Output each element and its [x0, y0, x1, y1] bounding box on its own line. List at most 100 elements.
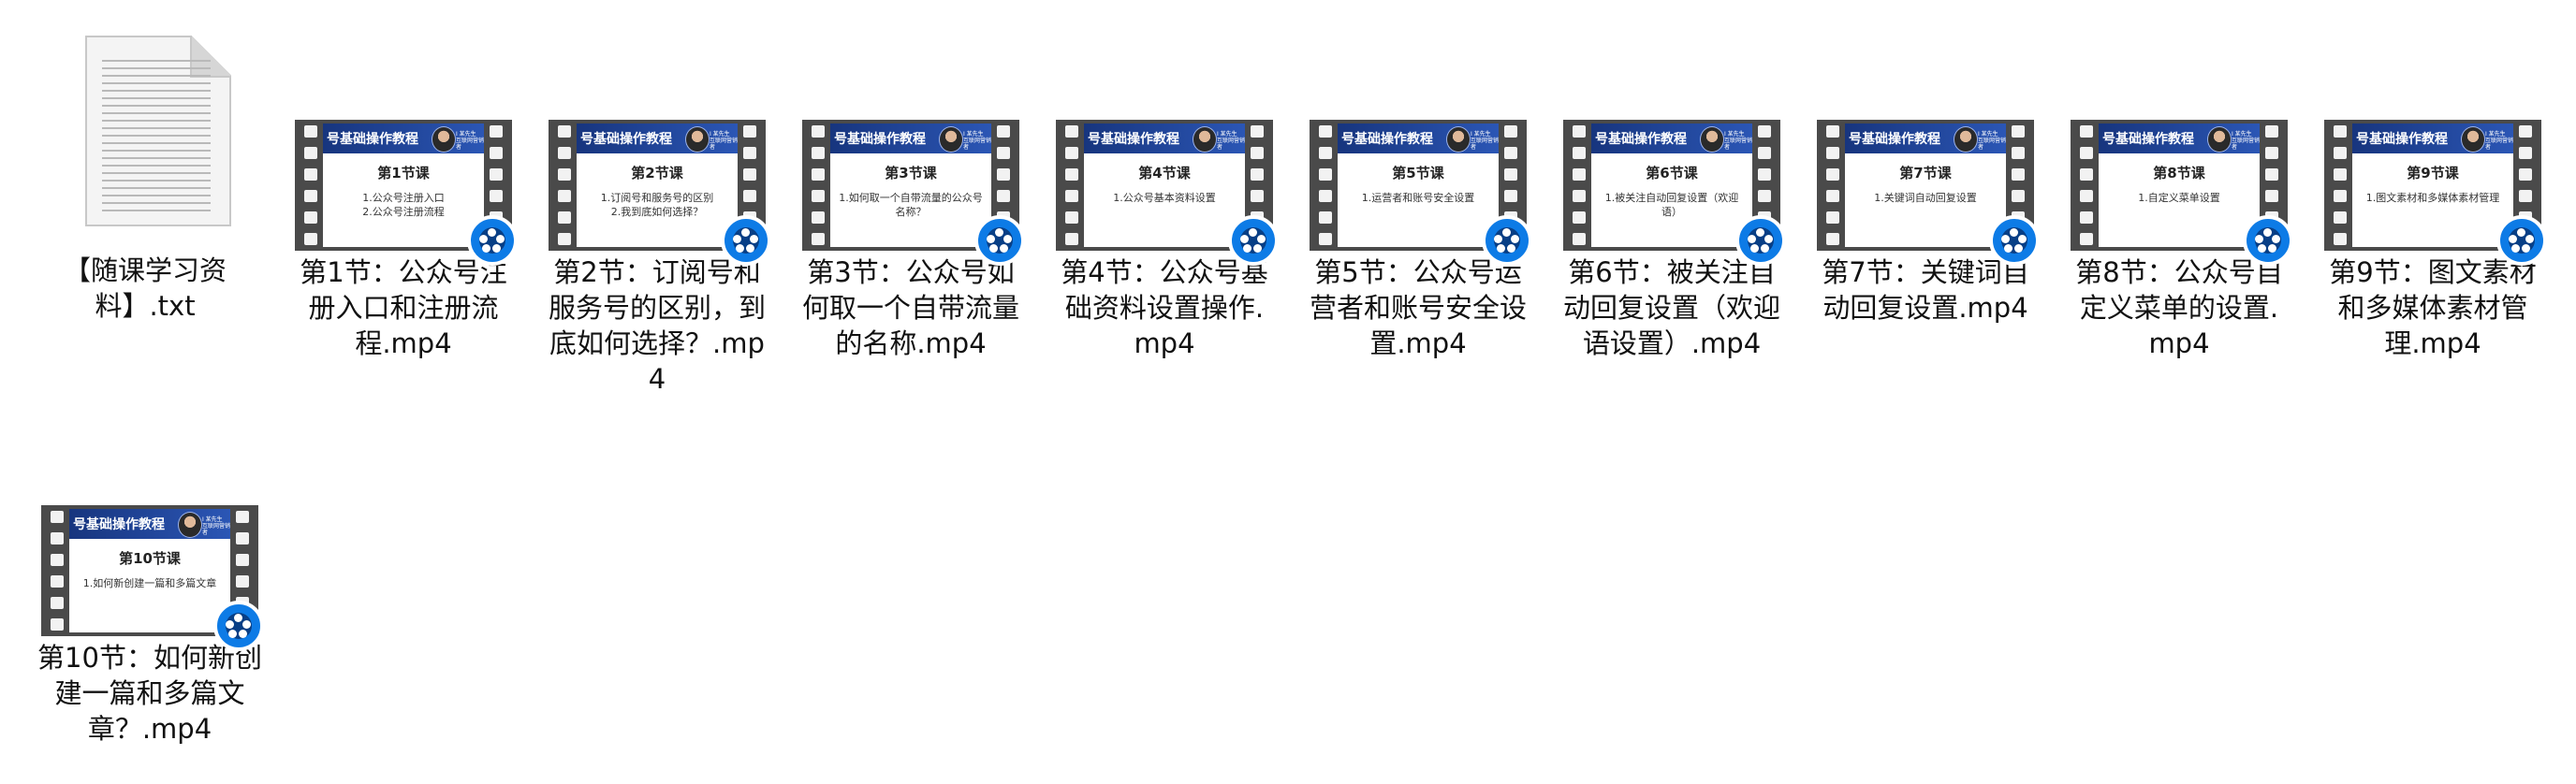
- file-name: 第8节：公众号自定义菜单的设置.mp4: [2075, 256, 2283, 359]
- video-thumbnail: 号基础操作教程 I 某先生 互联网营销者 第9节课 1.图文素材和多媒体素材管理: [2324, 120, 2547, 266]
- slide-header-title: 号基础操作教程: [1849, 132, 1940, 147]
- lesson-number: 第10节课: [119, 550, 181, 567]
- presenter-name: I 某先生 互联网营销者: [710, 131, 738, 151]
- video-player-badge-icon: [213, 601, 264, 651]
- file-item[interactable]: 号基础操作教程 I 某先生 互联网营销者 第9节课 1.图文素材和多媒体素材管理…: [2316, 120, 2550, 361]
- lesson-number: 第5节课: [1392, 165, 1444, 181]
- presenter-name: I 某先生 互联网营销者: [456, 131, 484, 151]
- file-name: 第9节：图文素材和多媒体素材管理.mp4: [2329, 256, 2537, 359]
- video-thumbnail: 号基础操作教程 I 某先生 互联网营销者 第2节课 1.订阅号和服务号的区别 2…: [549, 120, 771, 266]
- slide-header-title: 号基础操作教程: [1341, 132, 1433, 147]
- slide-header-title: 号基础操作教程: [73, 517, 165, 532]
- file-item[interactable]: 【随课学习资料】.txt: [28, 36, 262, 324]
- file-name: 【随课学习资料】.txt: [63, 254, 227, 322]
- file-name: 第6节：被关注自动回复设置（欢迎语设置）.mp4: [1562, 256, 1780, 359]
- file-item[interactable]: 号基础操作教程 I 某先生 互联网营销者 第2节课 1.订阅号和服务号的区别 2…: [540, 120, 774, 397]
- file-name: 第4节：公众号基础资料设置操作.mp4: [1061, 256, 1268, 359]
- lesson-number: 第9节课: [2407, 165, 2459, 181]
- slide-header-title: 号基础操作教程: [2102, 132, 2194, 147]
- file-item[interactable]: 号基础操作教程 I 某先生 互联网营销者 第3节课 1.如何取一个自带流量的公众…: [794, 120, 1028, 361]
- lesson-topic: 1.自定义菜单设置: [2138, 192, 2220, 204]
- slide-frame: 号基础操作教程 I 某先生 互联网营销者 第6节课 1.被关注自动回复设置（欢迎…: [1591, 123, 1752, 247]
- file-item[interactable]: 号基础操作教程 I 某先生 互联网营销者 第6节课 1.被关注自动回复设置（欢迎…: [1555, 120, 1789, 361]
- file-item[interactable]: 号基础操作教程 I 某先生 互联网营销者 第5节课 1.运营者和账号安全设置 第…: [1301, 120, 1535, 361]
- file-item[interactable]: 号基础操作教程 I 某先生 互联网营销者 第1节课 1.公众号注册入口 2.公众…: [286, 120, 520, 361]
- presenter-name: I 某先生 互联网营销者: [1724, 131, 1752, 151]
- file-grid: 【随课学习资料】.txt 号基础操作教程 I 某先生 互联网营销者 第1节课 1…: [0, 0, 2576, 784]
- presenter-avatar: [178, 512, 202, 538]
- lesson-number: 第1节课: [377, 165, 430, 181]
- text-file-icon: [37, 36, 254, 232]
- video-player-badge-icon: [974, 215, 1025, 266]
- lesson-topic: 1.被关注自动回复设置（欢迎语）: [1604, 192, 1739, 218]
- lesson-topic: 1.运营者和账号安全设置: [1361, 192, 1475, 204]
- slide-header-title: 号基础操作教程: [1595, 132, 1687, 147]
- file-name: 第1节：公众号注册入口和注册流程.mp4: [300, 256, 507, 359]
- lesson-topic: 1.关键词自动回复设置: [1874, 192, 1977, 204]
- text-lines: [102, 60, 211, 215]
- video-thumbnail: 号基础操作教程 I 某先生 互联网营销者 第6节课 1.被关注自动回复设置（欢迎…: [1563, 120, 1786, 266]
- video-player-badge-icon: [1735, 215, 1786, 266]
- lesson-number: 第7节课: [1899, 165, 1952, 181]
- presenter-name: I 某先生 互联网营销者: [963, 131, 991, 151]
- file-item[interactable]: 号基础操作教程 I 某先生 互联网营销者 第10节课 1.如何新创建一篇和多篇文…: [33, 505, 267, 747]
- lesson-number: 第8节课: [2153, 165, 2205, 181]
- presenter-name: I 某先生 互联网营销者: [1978, 131, 2006, 151]
- slide-frame: 号基础操作教程 I 某先生 互联网营销者 第4节课 1.公众号基本资料设置: [1084, 123, 1245, 247]
- slide-frame: 号基础操作教程 I 某先生 互联网营销者 第10节课 1.如何新创建一篇和多篇文…: [69, 509, 230, 632]
- presenter-name: I 某先生 互联网营销者: [1217, 131, 1245, 151]
- presenter-name: I 某先生 互联网营销者: [2232, 131, 2260, 151]
- video-player-badge-icon: [2496, 215, 2547, 266]
- file-item[interactable]: 号基础操作教程 I 某先生 互联网营销者 第8节课 1.自定义菜单设置 第8节：…: [2062, 120, 2296, 361]
- presenter-avatar: [939, 126, 963, 152]
- slide-frame: 号基础操作教程 I 某先生 互联网营销者 第3节课 1.如何取一个自带流量的公众…: [830, 123, 991, 247]
- video-thumbnail: 号基础操作教程 I 某先生 互联网营销者 第7节课 1.关键词自动回复设置: [1817, 120, 2040, 266]
- presenter-avatar: [1193, 126, 1217, 152]
- presenter-avatar: [2207, 126, 2232, 152]
- file-name: 第7节：关键词自动回复设置.mp4: [1822, 256, 2029, 324]
- file-name: 第2节：订阅号和服务号的区别，到底如何选择？.mp4: [548, 256, 766, 395]
- presenter-avatar: [2461, 126, 2485, 152]
- lesson-topic: 1.如何新创建一篇和多篇文章: [82, 577, 217, 589]
- slide-frame: 号基础操作教程 I 某先生 互联网营销者 第5节课 1.运营者和账号安全设置: [1338, 123, 1499, 247]
- file-name: 第5节：公众号运营者和账号安全设置.mp4: [1309, 256, 1527, 359]
- presenter-name: I 某先生 互联网营销者: [2485, 131, 2513, 151]
- slide-frame: 号基础操作教程 I 某先生 互联网营销者 第9节课 1.图文素材和多媒体素材管理: [2352, 123, 2513, 247]
- slide-header-title: 号基础操作教程: [2356, 132, 2448, 147]
- file-item[interactable]: 号基础操作教程 I 某先生 互联网营销者 第4节课 1.公众号基本资料设置 第4…: [1047, 120, 1281, 361]
- file-name: 第3节：公众号如何取一个自带流量的名称.mp4: [801, 256, 1019, 359]
- slide-header-title: 号基础操作教程: [834, 132, 926, 147]
- lesson-number: 第6节课: [1646, 165, 1698, 181]
- video-thumbnail: 号基础操作教程 I 某先生 互联网营销者 第3节课 1.如何取一个自带流量的公众…: [802, 120, 1025, 266]
- video-thumbnail: 号基础操作教程 I 某先生 互联网营销者 第5节课 1.运营者和账号安全设置: [1310, 120, 1532, 266]
- presenter-avatar: [1700, 126, 1724, 152]
- file-name: 第10节：如何新创建一篇和多篇文章？.mp4: [37, 642, 262, 745]
- video-player-badge-icon: [1989, 215, 2040, 266]
- presenter-name: I 某先生 互联网营销者: [1471, 131, 1499, 151]
- lesson-topic: 1.公众号注册入口 2.公众号注册流程: [362, 192, 445, 218]
- lesson-number: 第3节课: [885, 165, 937, 181]
- lesson-number: 第2节课: [631, 165, 683, 181]
- lesson-topic: 1.订阅号和服务号的区别 2.我到底如何选择？: [600, 192, 714, 218]
- video-player-badge-icon: [721, 215, 771, 266]
- lesson-topic: 1.公众号基本资料设置: [1113, 192, 1216, 204]
- presenter-avatar: [685, 126, 710, 152]
- video-thumbnail: 号基础操作教程 I 某先生 互联网营销者 第10节课 1.如何新创建一篇和多篇文…: [41, 505, 264, 651]
- video-player-badge-icon: [467, 215, 518, 266]
- slide-frame: 号基础操作教程 I 某先生 互联网营销者 第2节课 1.订阅号和服务号的区别 2…: [577, 123, 738, 247]
- presenter-avatar: [1954, 126, 1978, 152]
- slide-header-title: 号基础操作教程: [580, 132, 672, 147]
- video-thumbnail: 号基础操作教程 I 某先生 互联网营销者 第4节课 1.公众号基本资料设置: [1056, 120, 1279, 266]
- presenter-name: I 某先生 互联网营销者: [202, 516, 230, 536]
- lesson-topic: 1.图文素材和多媒体素材管理: [2365, 192, 2500, 204]
- lesson-topic: 1.如何取一个自带流量的公众号名称？: [839, 192, 983, 218]
- video-player-badge-icon: [2243, 215, 2293, 266]
- file-item[interactable]: 号基础操作教程 I 某先生 互联网营销者 第7节课 1.关键词自动回复设置 第7…: [1808, 120, 2042, 326]
- slide-frame: 号基础操作教程 I 某先生 互联网营销者 第1节课 1.公众号注册入口 2.公众…: [323, 123, 484, 247]
- slide-header-title: 号基础操作教程: [327, 132, 418, 147]
- video-player-badge-icon: [1482, 215, 1532, 266]
- presenter-avatar: [432, 126, 456, 152]
- slide-header-title: 号基础操作教程: [1088, 132, 1179, 147]
- presenter-avatar: [1446, 126, 1471, 152]
- video-thumbnail: 号基础操作教程 I 某先生 互联网营销者 第1节课 1.公众号注册入口 2.公众…: [295, 120, 518, 266]
